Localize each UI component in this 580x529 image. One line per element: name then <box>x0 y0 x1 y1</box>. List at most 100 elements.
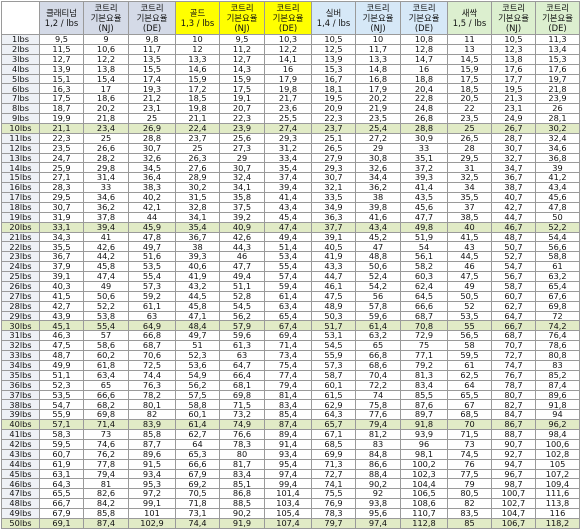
rate-cell: 14,7 <box>400 53 448 65</box>
rate-cell: 18,8 <box>400 73 448 85</box>
rate-cell: 41,6 <box>355 211 401 223</box>
rate-cell: 104,7 <box>491 508 536 519</box>
rate-cell: 18,5 <box>447 83 492 95</box>
rate-cell: 47,7 <box>219 261 265 272</box>
rate-cell: 46,1 <box>311 280 356 292</box>
rate-cell: 52,2 <box>535 221 580 233</box>
rate-cell: 39,1 <box>311 231 356 243</box>
weight-label: 43lbs <box>1 448 40 460</box>
rate-cell: 41,9 <box>311 251 356 263</box>
rate-cell: 43 <box>447 241 492 253</box>
table-row: 45lbs 63,1 79,4 93,4 67,9 83,4 97,4 72,7 88,4 102… <box>1 468 580 480</box>
rate-cell: 15,3 <box>311 63 356 75</box>
rate-cell: 44,5 <box>447 251 492 263</box>
rate-cell: 27,2 <box>355 132 401 144</box>
rate-cell: 13,5 <box>128 53 176 65</box>
rate-cell: 25,9 <box>39 162 84 174</box>
rate-cell: 25,6 <box>219 132 265 144</box>
rate-cell: 29,5 <box>39 192 84 203</box>
rate-cell: 44,2 <box>83 251 129 263</box>
rate-cell: 58,7 <box>311 369 356 381</box>
rate-cell: 62,9 <box>311 399 356 411</box>
rate-cell: 58,8 <box>535 251 580 263</box>
rate-cell: 9,5 <box>39 34 84 45</box>
rate-cell: 26,5 <box>311 142 356 154</box>
rate-cell: 83 <box>535 359 580 371</box>
rate-cell: 36,2 <box>355 182 401 193</box>
column-header-line1: 새싹 <box>461 8 478 18</box>
rate-cell: 86,6 <box>355 458 401 470</box>
rate-cell: 66,7 <box>491 320 536 332</box>
rate-cell: 13 <box>447 43 492 55</box>
rate-cell: 12,3 <box>491 43 536 55</box>
table-row: 7lbs 17,5 18,6 21,2 18,5 19,1 21,7 19,5 20,2 22,8… <box>1 93 580 105</box>
rate-cell: 27,9 <box>311 152 356 164</box>
weight-label: 39lbs <box>1 409 40 421</box>
rate-cell: 76,9 <box>311 498 356 509</box>
rate-cell: 50,7 <box>491 241 536 253</box>
table-row: 24lbs 37,9 45,8 53,5 40,6 47,7 55,4 43,3 50,6 58,… <box>1 261 580 272</box>
rate-cell: 55,9 <box>311 350 356 361</box>
weight-label: 47lbs <box>1 488 40 500</box>
column-header: 코트리 기본요율(NJ) <box>219 1 265 35</box>
rate-cell: 54,2 <box>355 280 401 292</box>
rate-cell: 9,5 <box>219 34 265 45</box>
rate-cell: 31,2 <box>264 142 312 154</box>
rate-cell: 36,7 <box>491 172 536 184</box>
rate-cell: 17,4 <box>128 73 176 85</box>
rate-cell: 73,2 <box>219 409 265 421</box>
rate-cell: 34 <box>447 182 492 193</box>
rate-cell: 53,6 <box>175 359 220 371</box>
rate-cell: 79,7 <box>311 517 356 529</box>
rate-cell: 47,5 <box>311 290 356 302</box>
rate-cell: 75,4 <box>264 359 312 371</box>
rate-cell: 65,5 <box>39 488 84 500</box>
rate-cell: 11,5 <box>39 43 84 55</box>
weight-label: 4lbs <box>1 63 40 75</box>
rate-cell: 92,7 <box>491 448 536 460</box>
rate-cell: 110,7 <box>400 508 448 519</box>
rate-cell: 43,5 <box>400 192 448 203</box>
rate-cell: 43,4 <box>535 182 580 193</box>
rate-cell: 85,8 <box>128 429 176 440</box>
rate-cell: 62,4 <box>400 280 448 292</box>
table-row: 3lbs 12,7 12,2 13,5 13,3 12,7 14,1 13,9 13,3 14,7… <box>1 53 580 65</box>
rate-cell: 25 <box>128 113 176 124</box>
rate-cell: 87,4 <box>83 517 129 529</box>
rate-cell: 97,4 <box>264 468 312 480</box>
rate-cell: 78,3 <box>219 438 265 450</box>
rate-cell: 18,5 <box>175 93 220 105</box>
rate-cell: 49 <box>83 280 129 292</box>
column-header: 코트리 기본요율(DE) <box>264 1 312 35</box>
rate-cell: 91,4 <box>264 438 312 450</box>
rate-cell: 54,7 <box>39 399 84 411</box>
rate-cell: 29,3 <box>311 162 356 174</box>
rate-cell: 40,5 <box>311 241 356 253</box>
rate-cell: 30,7 <box>219 162 265 174</box>
rate-cell: 63,2 <box>355 330 401 342</box>
rate-cell: 95,3 <box>128 478 176 490</box>
rate-cell: 51,1 <box>39 369 84 381</box>
rate-cell: 64,3 <box>39 478 84 490</box>
rate-cell: 50,6 <box>83 290 129 302</box>
rate-cell: 12,7 <box>39 53 84 65</box>
rate-cell: 32,6 <box>128 152 176 164</box>
column-header-line2: 기본요율(DE) <box>408 13 440 33</box>
rate-cell: 65 <box>83 379 129 391</box>
rate-cell: 76,6 <box>219 429 265 440</box>
rate-cell: 27,3 <box>219 142 265 154</box>
column-header: 코트리 기본요율(DE) <box>535 1 580 35</box>
rate-cell: 34,7 <box>491 162 536 174</box>
rate-cell: 10,6 <box>83 43 129 55</box>
rate-cell: 43,3 <box>311 261 356 272</box>
rate-cell: 41 <box>83 231 129 243</box>
rate-cell: 54,5 <box>219 300 265 312</box>
weight-label: 27lbs <box>1 290 40 302</box>
rate-cell: 93,9 <box>400 429 448 440</box>
rate-cell: 26,3 <box>175 152 220 164</box>
rate-cell: 11,7 <box>355 43 401 55</box>
rate-table: 클래티넘 1,2 / lbs 코트리 기본요율(NJ) 코트리 기본요율(DE) 골드 1,3… <box>1 1 580 529</box>
rate-cell: 14,3 <box>219 63 265 75</box>
rate-cell: 37,4 <box>264 172 312 184</box>
table-row: 6lbs 16,3 17 19,3 17,2 17,5 19,8 18,1 17,9 20,4 18… <box>1 83 580 95</box>
